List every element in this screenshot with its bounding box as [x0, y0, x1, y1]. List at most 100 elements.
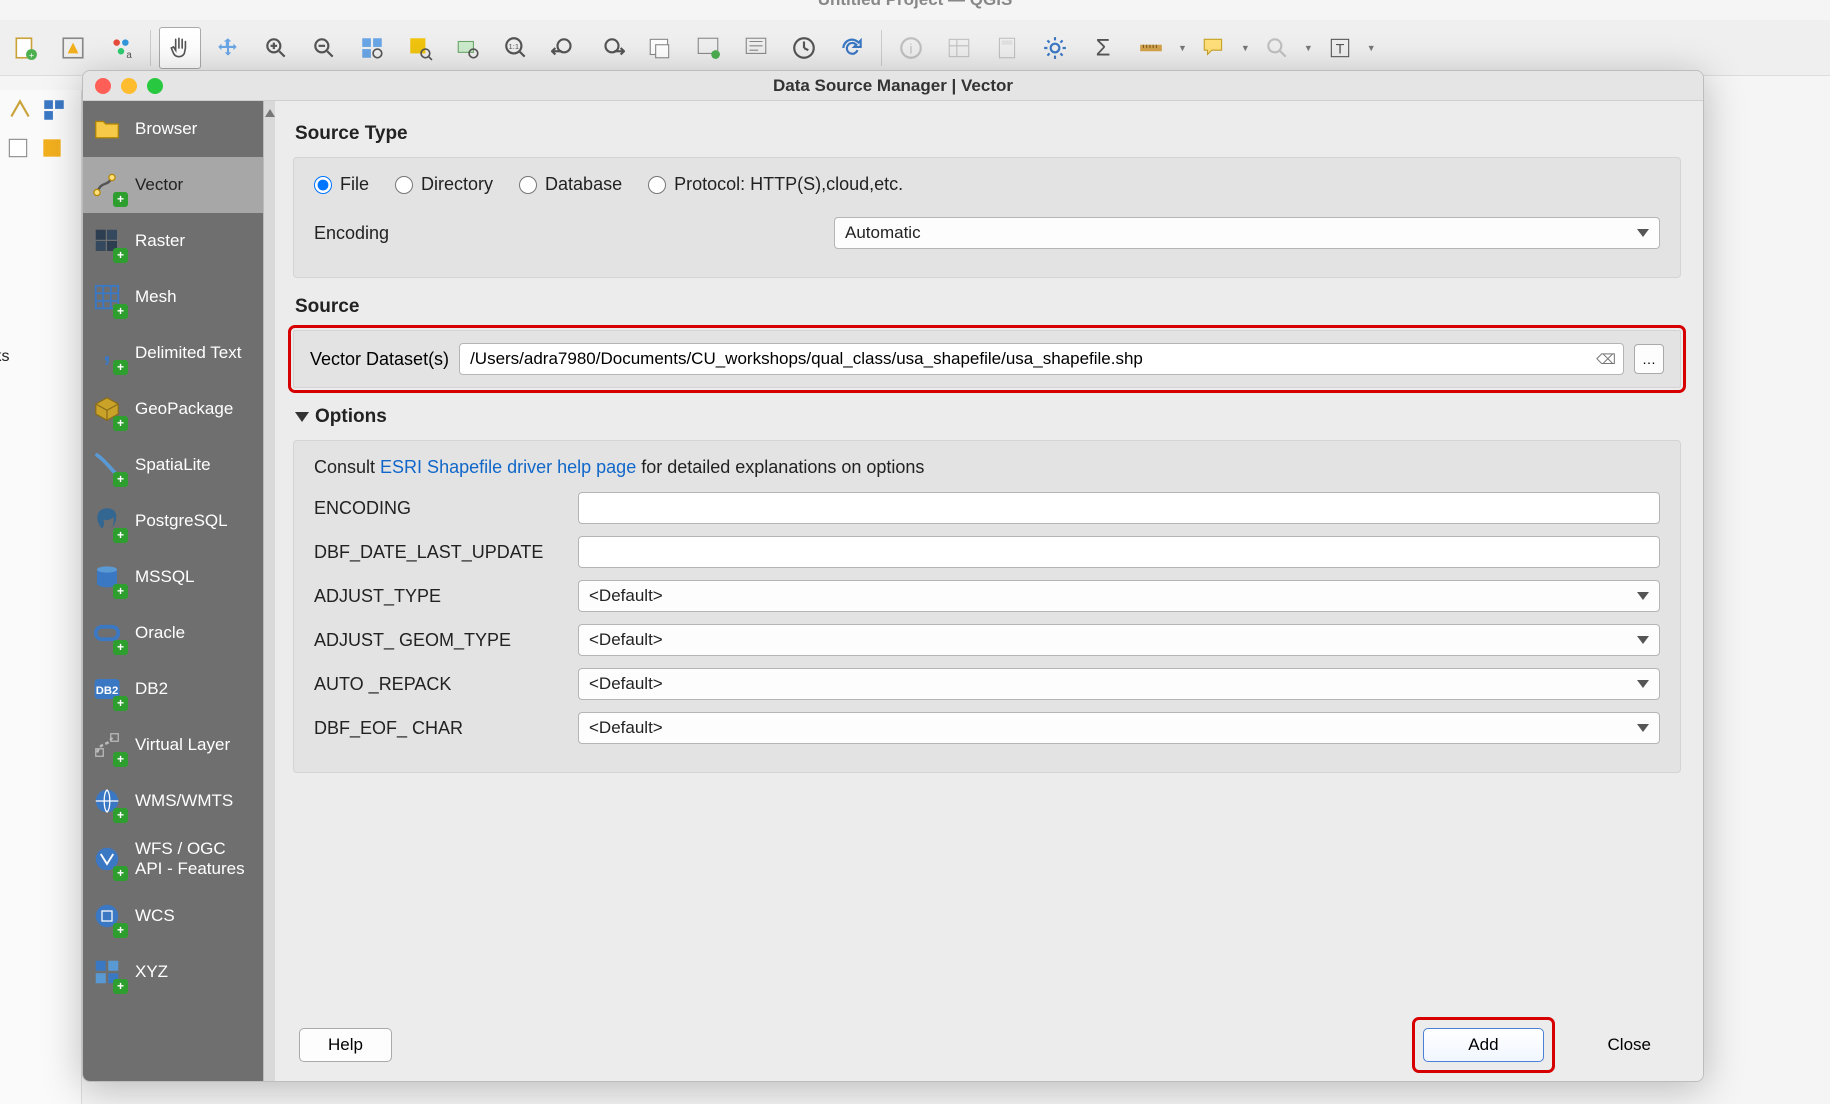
sidebar-item-mssql[interactable]: MSSQL: [83, 549, 263, 605]
text-annotation-icon[interactable]: T: [1319, 27, 1361, 69]
option-select-value: <Default>: [589, 674, 663, 694]
virtual-layer-icon: [89, 727, 125, 763]
vector-dataset-input[interactable]: [459, 343, 1624, 375]
caret-down-icon: [1637, 680, 1649, 688]
radio-database[interactable]: Database: [519, 174, 622, 195]
radio-label: Database: [545, 174, 622, 195]
select-features-icon[interactable]: [1256, 27, 1298, 69]
sidebar-item-mesh[interactable]: Mesh: [83, 269, 263, 325]
clear-path-icon[interactable]: ⌫: [1596, 349, 1616, 369]
radio-protocol-input[interactable]: [648, 176, 666, 194]
option-select[interactable]: <Default>: [578, 712, 1660, 744]
pan-to-selection-icon[interactable]: [207, 27, 249, 69]
svg-text:a: a: [126, 49, 132, 60]
disclosure-triangle-icon[interactable]: [295, 412, 309, 422]
folder-icon: [89, 111, 125, 147]
select-dropdown-icon[interactable]: ▼: [1304, 43, 1313, 53]
add-vector-icon[interactable]: [6, 96, 34, 124]
main-toolbar: + a 1:1 i Σ ▼ ▼ ▼ T ▼: [0, 20, 1830, 76]
layer-styling-icon[interactable]: [52, 27, 94, 69]
style-manager-icon[interactable]: a: [100, 27, 142, 69]
encoding-select[interactable]: Automatic: [834, 217, 1660, 249]
sidebar-item-browser[interactable]: Browser: [83, 101, 263, 157]
new-bookmark-icon[interactable]: [687, 27, 729, 69]
zoom-out-icon[interactable]: [303, 27, 345, 69]
option-label: AUTO _REPACK: [314, 674, 564, 695]
sidebar-item-vector[interactable]: Vector: [83, 157, 263, 213]
map-tips-icon[interactable]: [1193, 27, 1235, 69]
sidebar-item-wcs[interactable]: WCS: [83, 888, 263, 944]
measure-dropdown-icon[interactable]: ▼: [1178, 43, 1187, 53]
options-heading[interactable]: Options: [295, 406, 1681, 428]
option-select[interactable]: <Default>: [578, 668, 1660, 700]
zoom-full-icon[interactable]: [351, 27, 393, 69]
sidebar-item-geopackage[interactable]: GeoPackage: [83, 381, 263, 437]
option-input[interactable]: [578, 536, 1660, 568]
sidebar-item-xyz[interactable]: XYZ: [83, 944, 263, 1000]
encoding-label: Encoding: [314, 223, 814, 244]
measure-icon[interactable]: [1130, 27, 1172, 69]
sidebar-item-db2[interactable]: DB2 DB2: [83, 661, 263, 717]
sidebar-item-delimited-text[interactable]: , Delimited Text: [83, 325, 263, 381]
source-type-radios: File Directory Database Protocol: HTTP(S…: [314, 174, 1660, 195]
sidebar-item-wfs[interactable]: WFS / OGC API - Features: [83, 829, 263, 888]
zoom-layer-icon[interactable]: [447, 27, 489, 69]
map-tips-dropdown-icon[interactable]: ▼: [1241, 43, 1250, 53]
zoom-last-icon[interactable]: [543, 27, 585, 69]
zoom-native-icon[interactable]: 1:1: [495, 27, 537, 69]
processing-toolbox-icon[interactable]: [1034, 27, 1076, 69]
radio-directory-input[interactable]: [395, 176, 413, 194]
encoding-value: Automatic: [845, 223, 921, 243]
sidebar-item-wms[interactable]: WMS/WMTS: [83, 773, 263, 829]
attributes-table-icon[interactable]: [938, 27, 980, 69]
pan-icon[interactable]: [159, 27, 201, 69]
add-button[interactable]: Add: [1423, 1028, 1543, 1062]
caret-down-icon: [1637, 636, 1649, 644]
new-map-view-icon[interactable]: [639, 27, 681, 69]
toolbar-separator: [150, 30, 151, 66]
sidebar-item-postgresql[interactable]: PostgreSQL: [83, 493, 263, 549]
statistics-icon[interactable]: Σ: [1082, 27, 1124, 69]
annotation-dropdown-icon[interactable]: ▼: [1367, 43, 1376, 53]
close-button[interactable]: Close: [1580, 1028, 1679, 1062]
sidebar-item-spatialite[interactable]: SpatiaLite: [83, 437, 263, 493]
option-select-value: <Default>: [589, 718, 663, 738]
zoom-selection-icon[interactable]: [399, 27, 441, 69]
sidebar-item-raster[interactable]: Raster: [83, 213, 263, 269]
sidebar-item-label: SpatiaLite: [135, 455, 255, 475]
zoom-next-icon[interactable]: [591, 27, 633, 69]
option-input[interactable]: [578, 492, 1660, 524]
sidebar-item-oracle[interactable]: Oracle: [83, 605, 263, 661]
sidebar-item-label: Delimited Text: [135, 343, 255, 363]
option-select[interactable]: <Default>: [578, 624, 1660, 656]
add-raster-icon[interactable]: [40, 96, 68, 124]
radio-directory[interactable]: Directory: [395, 174, 493, 195]
help-button[interactable]: Help: [299, 1028, 392, 1062]
sidebar-item-virtual-layer[interactable]: Virtual Layer: [83, 717, 263, 773]
sidebar-item-label: MSSQL: [135, 567, 255, 587]
window-zoom-icon[interactable]: [147, 78, 163, 94]
field-calculator-icon[interactable]: [986, 27, 1028, 69]
option-row: AUTO _REPACK <Default>: [314, 668, 1660, 700]
sidebar-scroll-up[interactable]: [263, 101, 275, 1081]
sidebar-item-label: WFS / OGC API - Features: [135, 839, 255, 878]
dialog-sidebar: Browser Vector Raster Mesh , Delimited T…: [83, 101, 263, 1081]
radio-file[interactable]: File: [314, 174, 369, 195]
option-select[interactable]: <Default>: [578, 580, 1660, 612]
browse-button[interactable]: …: [1634, 344, 1664, 374]
radio-database-input[interactable]: [519, 176, 537, 194]
identify-icon[interactable]: i: [890, 27, 932, 69]
refresh-icon[interactable]: [831, 27, 873, 69]
driver-help-link[interactable]: ESRI Shapefile driver help page: [380, 457, 636, 477]
show-bookmarks-icon[interactable]: [735, 27, 777, 69]
window-minimize-icon[interactable]: [121, 78, 137, 94]
new-shapefile-icon[interactable]: [4, 134, 32, 162]
radio-protocol[interactable]: Protocol: HTTP(S),cloud,etc.: [648, 174, 903, 195]
zoom-in-icon[interactable]: [255, 27, 297, 69]
window-close-icon[interactable]: [95, 78, 111, 94]
dialog-footer: Help Add Close: [275, 1019, 1703, 1081]
radio-file-input[interactable]: [314, 176, 332, 194]
new-geopackage-icon[interactable]: [38, 134, 66, 162]
temporal-controller-icon[interactable]: [783, 27, 825, 69]
new-project-icon[interactable]: +: [4, 27, 46, 69]
